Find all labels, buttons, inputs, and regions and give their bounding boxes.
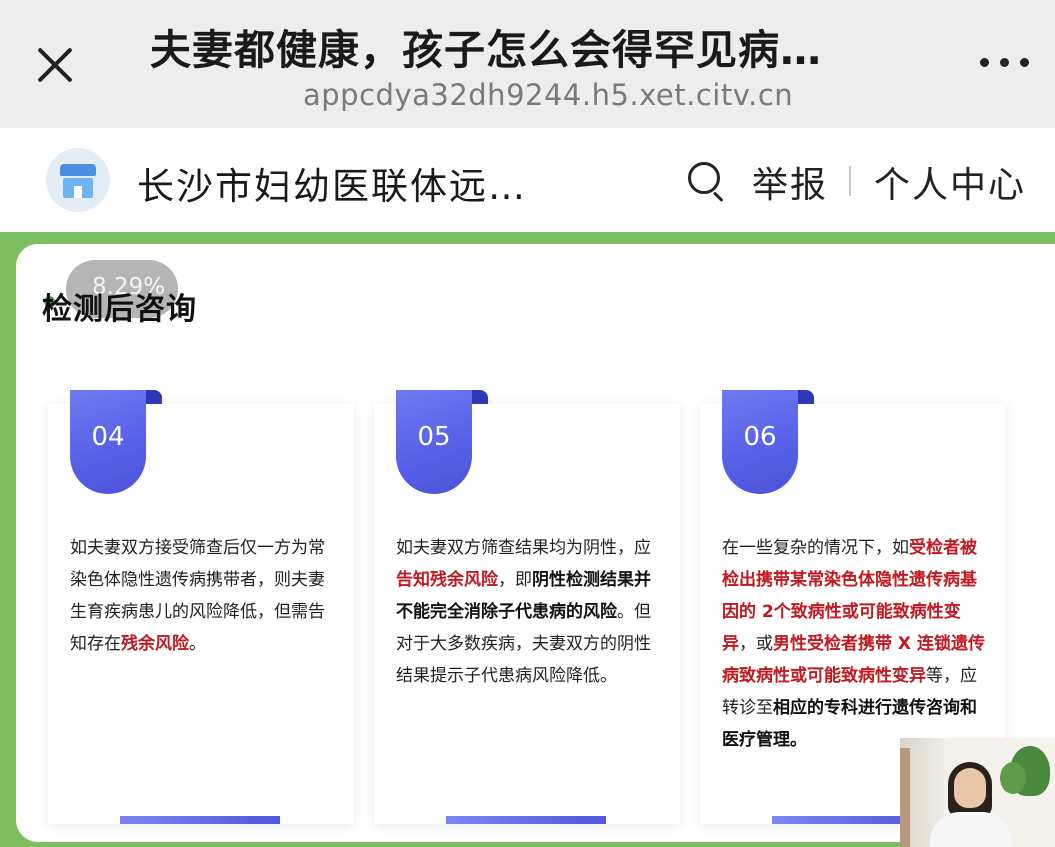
more-dot <box>1020 58 1029 67</box>
ribbon-badge: 05 <box>396 390 472 494</box>
step-card-05: 05 如夫妻双方筛查结果均为阴性，应告知残余风险，即阴性检测结果并不能完全消除子… <box>374 390 680 824</box>
card-bottom-bar <box>120 816 280 824</box>
section-title: 检测后咨询 <box>42 292 197 327</box>
text-segment: 如夫妻双方筛查结果均为阴性，应 <box>396 538 651 558</box>
step-number: 05 <box>417 422 451 452</box>
content-area: 8.29% 检测后咨询 04 如夫妻双方接受筛查后仅一方为常染色体隐性遗传病携带… <box>0 232 1055 847</box>
store-icon[interactable] <box>46 148 110 212</box>
text-segment: 。 <box>189 634 206 654</box>
more-icon[interactable] <box>978 52 1032 72</box>
step-text: 如夫妻双方筛查结果均为阴性，应告知残余风险，即阴性检测结果并不能完全消除子代患病… <box>396 532 662 692</box>
text-segment: ，或 <box>739 634 773 654</box>
step-number: 04 <box>91 422 125 452</box>
ribbon-fold <box>146 390 162 404</box>
page-title: 夫妻都健康，孩子怎么会得罕见病… <box>150 26 822 74</box>
site-header: 长沙市妇幼医联体远… 举报 个人中心 <box>0 128 1055 232</box>
close-icon[interactable] <box>30 40 80 90</box>
card-bottom-bar <box>446 816 606 824</box>
step-number: 06 <box>743 422 777 452</box>
presenter-video[interactable] <box>900 738 1055 847</box>
text-segment: 在一些复杂的情况下，如 <box>722 538 909 558</box>
page-url: appcdya32dh9244.h5.xet.citv.cn <box>303 78 794 112</box>
presenter-face <box>954 768 986 808</box>
more-dot <box>980 58 989 67</box>
site-name[interactable]: 长沙市妇幼医联体远… <box>137 156 527 210</box>
report-link[interactable]: 举报 <box>752 156 828 208</box>
personal-center-link[interactable]: 个人中心 <box>874 156 1026 208</box>
plant <box>1000 762 1026 794</box>
ribbon-fold <box>472 390 488 404</box>
search-ring <box>688 162 720 194</box>
highlight-red: 告知残余风险 <box>396 570 498 590</box>
search-icon[interactable] <box>688 162 726 203</box>
step-text: 如夫妻双方接受筛查后仅一方为常染色体隐性遗传病携带者，则夫妻生育疾病患儿的风险降… <box>70 532 336 660</box>
store-door <box>74 186 82 198</box>
ribbon-badge: 04 <box>70 390 146 494</box>
store-roof <box>60 164 96 176</box>
header-divider <box>849 166 851 196</box>
presenter-body <box>930 812 1012 847</box>
video-shelf <box>900 748 910 847</box>
browser-topbar: 夫妻都健康，孩子怎么会得罕见病… appcdya32dh9244.h5.xet.… <box>0 0 1055 128</box>
step-card-04: 04 如夫妻双方接受筛查后仅一方为常染色体隐性遗传病携带者，则夫妻生育疾病患儿的… <box>48 390 354 824</box>
search-handle <box>712 191 724 203</box>
step-text: 在一些复杂的情况下，如受检者被检出携带某常染色体隐性遗传病基因的 2个致病性或可… <box>722 532 988 756</box>
ribbon-fold <box>798 390 814 404</box>
highlight-red: 残余风险 <box>121 634 189 654</box>
text-segment: ，即 <box>498 570 532 590</box>
more-dot <box>1000 58 1009 67</box>
ribbon-badge: 06 <box>722 390 798 494</box>
